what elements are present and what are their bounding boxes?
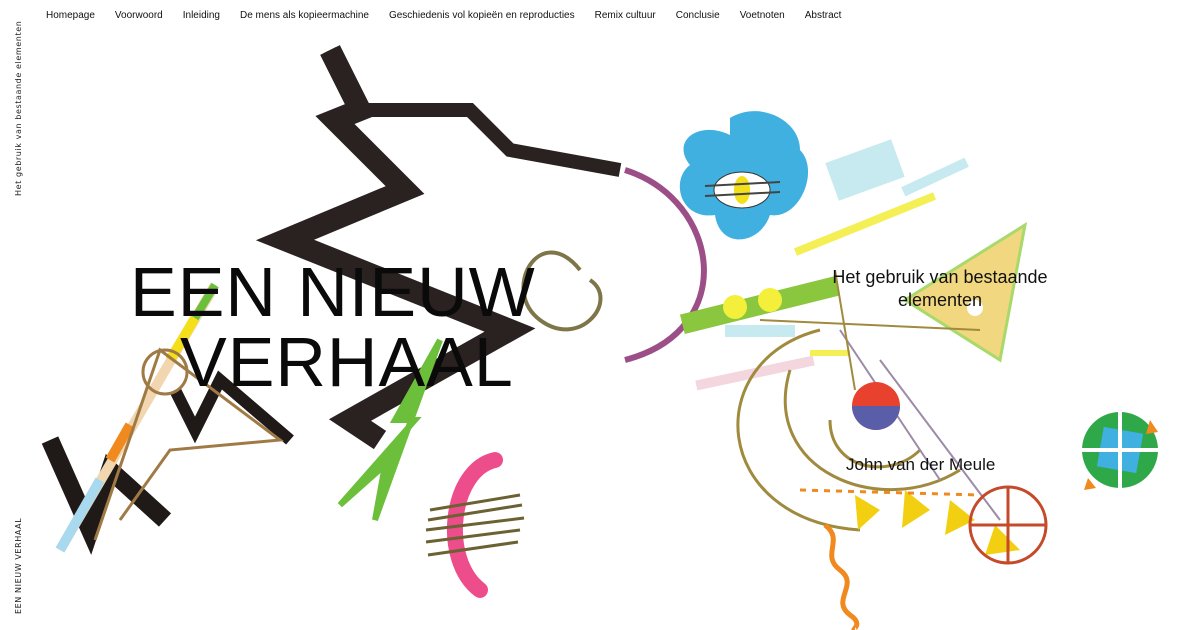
side-label-subtitle: Het gebruik van bestaande elementen	[14, 20, 23, 196]
nav-item-de-mens-als-kopieermachine[interactable]: De mens als kopieermachine	[240, 10, 369, 22]
side-label-title: EEN NIEUW VERHAAL	[14, 517, 23, 614]
nav-item-voorwoord[interactable]: Voorwoord	[115, 10, 163, 22]
nav-item-remix-cultuur[interactable]: Remix cultuur	[595, 10, 656, 22]
yellow-bar	[793, 192, 937, 256]
nav-item-abstract[interactable]: Abstract	[805, 10, 842, 22]
green-blue-badge	[1082, 412, 1158, 490]
nav-item-homepage[interactable]: Homepage	[46, 10, 95, 22]
dark-a-shape-left	[41, 436, 172, 555]
top-navigation: Homepage Voorwoord Inleiding De mens als…	[46, 10, 861, 22]
page: Homepage Voorwoord Inleiding De mens als…	[0, 0, 1200, 630]
yellow-arrow-triangle	[855, 495, 880, 530]
hero-title-line-1: EEN NIEUW	[130, 252, 536, 331]
hero-title-line-2: VERHAAL	[180, 322, 514, 401]
nav-item-geschiedenis[interactable]: Geschiedenis vol kopieën en reproducties	[389, 10, 575, 22]
light-blue-bar	[825, 139, 905, 201]
nav-item-voetnoten[interactable]: Voetnoten	[740, 10, 785, 22]
orange-squiggle	[823, 523, 860, 630]
nav-item-conclusie[interactable]: Conclusie	[676, 10, 720, 22]
author-name: John van der Meule	[846, 455, 996, 474]
hero-subtitle: Het gebruik van bestaande elementen	[832, 267, 1048, 310]
hero-title: EEN NIEUW VERHAAL	[130, 257, 536, 397]
nav-item-inleiding[interactable]: Inleiding	[183, 10, 220, 22]
